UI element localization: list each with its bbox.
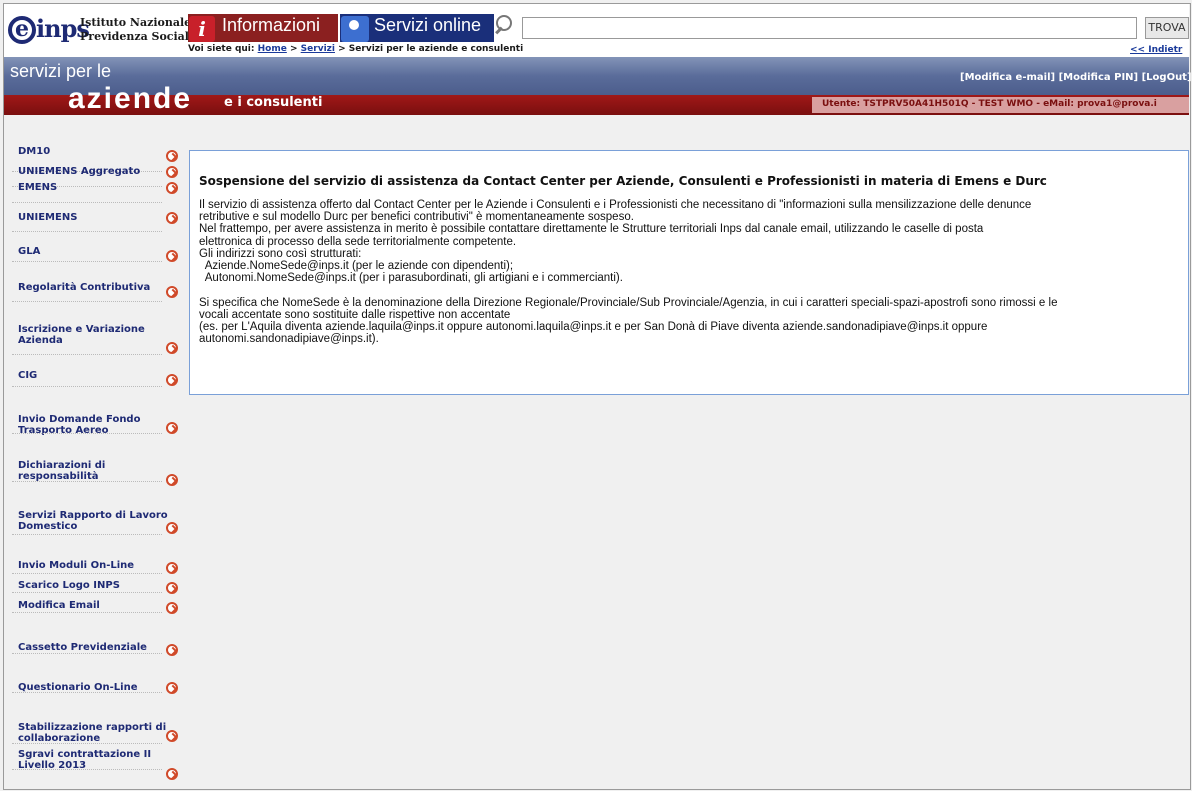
chevron-right-icon[interactable] bbox=[166, 730, 178, 742]
content-line: autonomi.sandonadipiave@inps.it). bbox=[199, 333, 379, 346]
chevron-right-icon[interactable] bbox=[166, 374, 178, 386]
breadcrumb-separator: > bbox=[289, 44, 298, 54]
modifica-email-link[interactable]: [Modifica e-mail] bbox=[960, 72, 1055, 83]
sidebar-item[interactable]: Scarico Logo INPS bbox=[18, 580, 168, 591]
sidebar-item[interactable]: Dichiarazioni di responsabilità bbox=[18, 460, 168, 482]
search-button[interactable]: TROVA bbox=[1145, 17, 1189, 39]
sidebar-item[interactable]: DM10 bbox=[18, 146, 168, 157]
chevron-right-icon[interactable] bbox=[166, 582, 178, 594]
sidebar-item[interactable]: Sgravi contrattazione II Livello 2013 bbox=[18, 749, 168, 771]
back-link[interactable]: << Indietr bbox=[1130, 45, 1182, 55]
sidebar-item[interactable]: CIG bbox=[18, 370, 168, 381]
info-icon: i bbox=[189, 16, 215, 42]
logo-text-line1: Istituto Nazionale bbox=[80, 16, 192, 29]
sidebar-divider bbox=[12, 743, 162, 745]
sidebar-divider bbox=[12, 612, 162, 614]
sidebar-item[interactable]: UNIEMENS Aggregato bbox=[18, 166, 168, 177]
page-frame bbox=[3, 3, 1191, 790]
content-line: Gli indirizzi sono così strutturati: bbox=[199, 247, 362, 260]
sidebar-item[interactable]: GLA bbox=[18, 246, 168, 257]
sidebar-item[interactable]: Invio Moduli On-Line bbox=[18, 560, 168, 571]
breadcrumb-home-link[interactable]: Home bbox=[258, 44, 287, 54]
chevron-right-icon[interactable] bbox=[166, 422, 178, 434]
sidebar-divider bbox=[12, 481, 162, 483]
breadcrumb-servizi-link[interactable]: Servizi bbox=[301, 44, 335, 54]
content-line: Nel frattempo, per avere assistenza in m… bbox=[199, 223, 984, 236]
sidebar-divider bbox=[12, 301, 162, 303]
content-line: retributive e sul modello Durc per benef… bbox=[199, 211, 634, 224]
banner-links: [Modifica e-mail] [Modifica PIN] [LogOut… bbox=[960, 72, 1192, 83]
sidebar-divider bbox=[12, 354, 162, 356]
user-info: Utente: TSTPRV50A41H501Q - TEST WMO - eM… bbox=[822, 99, 1157, 109]
content-line: Il servizio di assistenza offerto dal Co… bbox=[199, 199, 1032, 211]
sidebar-divider bbox=[12, 261, 162, 263]
logout-link[interactable]: [LogOut] bbox=[1142, 72, 1192, 83]
chevron-right-icon[interactable] bbox=[166, 150, 178, 162]
logo-text-line2: Previdenza Sociale bbox=[80, 30, 196, 43]
sidebar-item[interactable]: Modifica Email bbox=[18, 600, 168, 611]
sidebar-divider bbox=[12, 433, 162, 435]
sidebar-divider bbox=[12, 202, 162, 204]
chevron-right-icon[interactable] bbox=[166, 474, 178, 486]
content-line: Autonomi.NomeSede@inps.it (per i parasub… bbox=[199, 272, 623, 285]
sidebar-item[interactable]: Regolarità Contributiva bbox=[18, 282, 168, 293]
content-title: Sospensione del servizio di assistenza d… bbox=[199, 174, 1047, 188]
chevron-right-icon[interactable] bbox=[166, 768, 178, 780]
sidebar-item[interactable]: EMENS bbox=[18, 182, 168, 193]
chevron-right-icon[interactable] bbox=[166, 212, 178, 224]
chevron-right-icon[interactable] bbox=[166, 250, 178, 262]
sidebar-item[interactable]: Servizi Rapporto di Lavoro Domestico bbox=[18, 510, 168, 532]
sidebar-divider bbox=[12, 592, 162, 594]
breadcrumb-prefix: Voi siete qui: bbox=[188, 44, 255, 54]
content-line: elettronica di processo della sede terri… bbox=[199, 235, 517, 248]
banner-title-line1: servizi per le bbox=[10, 61, 112, 81]
content-line: Si specifica che NomeSede è la denominaz… bbox=[199, 296, 1058, 309]
breadcrumb-current: > Servizi per le aziende e consulenti bbox=[338, 44, 524, 54]
sidebar-divider bbox=[12, 653, 162, 655]
tab-servizi-label[interactable]: Servizi online bbox=[374, 15, 481, 36]
logo-e: e bbox=[15, 16, 29, 42]
chevron-right-icon[interactable] bbox=[166, 682, 178, 694]
chevron-right-icon[interactable] bbox=[166, 644, 178, 656]
content-line: Aziende.NomeSede@inps.it (per le aziende… bbox=[199, 260, 514, 272]
chevron-right-icon[interactable] bbox=[166, 342, 178, 354]
sidebar-divider bbox=[12, 573, 162, 575]
sidebar-divider bbox=[12, 231, 162, 233]
chevron-right-icon[interactable] bbox=[166, 602, 178, 614]
banner-title-line3: e i consulenti bbox=[224, 95, 323, 110]
sidebar-item[interactable]: Iscrizione e Variazione Azienda bbox=[18, 324, 168, 346]
search-input[interactable] bbox=[522, 17, 1137, 39]
chevron-right-icon[interactable] bbox=[166, 182, 178, 194]
sidebar-item[interactable]: UNIEMENS bbox=[18, 212, 168, 223]
breadcrumb: Voi siete qui: Home > Servizi > Servizi … bbox=[188, 44, 523, 54]
sidebar-divider bbox=[12, 534, 162, 536]
tab-informazioni-label[interactable]: Informazioni bbox=[222, 15, 320, 36]
chevron-right-icon[interactable] bbox=[166, 562, 178, 574]
chevron-right-icon[interactable] bbox=[166, 522, 178, 534]
sidebar-item[interactable]: Stabilizzazione rapporti di collaborazio… bbox=[18, 722, 168, 744]
sidebar-divider bbox=[12, 692, 162, 694]
chevron-right-icon[interactable] bbox=[166, 166, 178, 178]
banner-title-line2: aziende bbox=[68, 82, 193, 115]
sidebar-divider bbox=[12, 386, 162, 388]
content-line: (es. per L'Aquila diventa aziende.laquil… bbox=[199, 321, 988, 333]
servizi-icon bbox=[341, 16, 369, 42]
content-line: vocali accentate sono sostituite dalle r… bbox=[199, 308, 511, 321]
sidebar-item[interactable]: Cassetto Previdenziale bbox=[18, 642, 168, 653]
sidebar-divider bbox=[12, 769, 162, 771]
modifica-pin-link[interactable]: [Modifica PIN] bbox=[1059, 72, 1139, 83]
chevron-right-icon[interactable] bbox=[166, 286, 178, 298]
